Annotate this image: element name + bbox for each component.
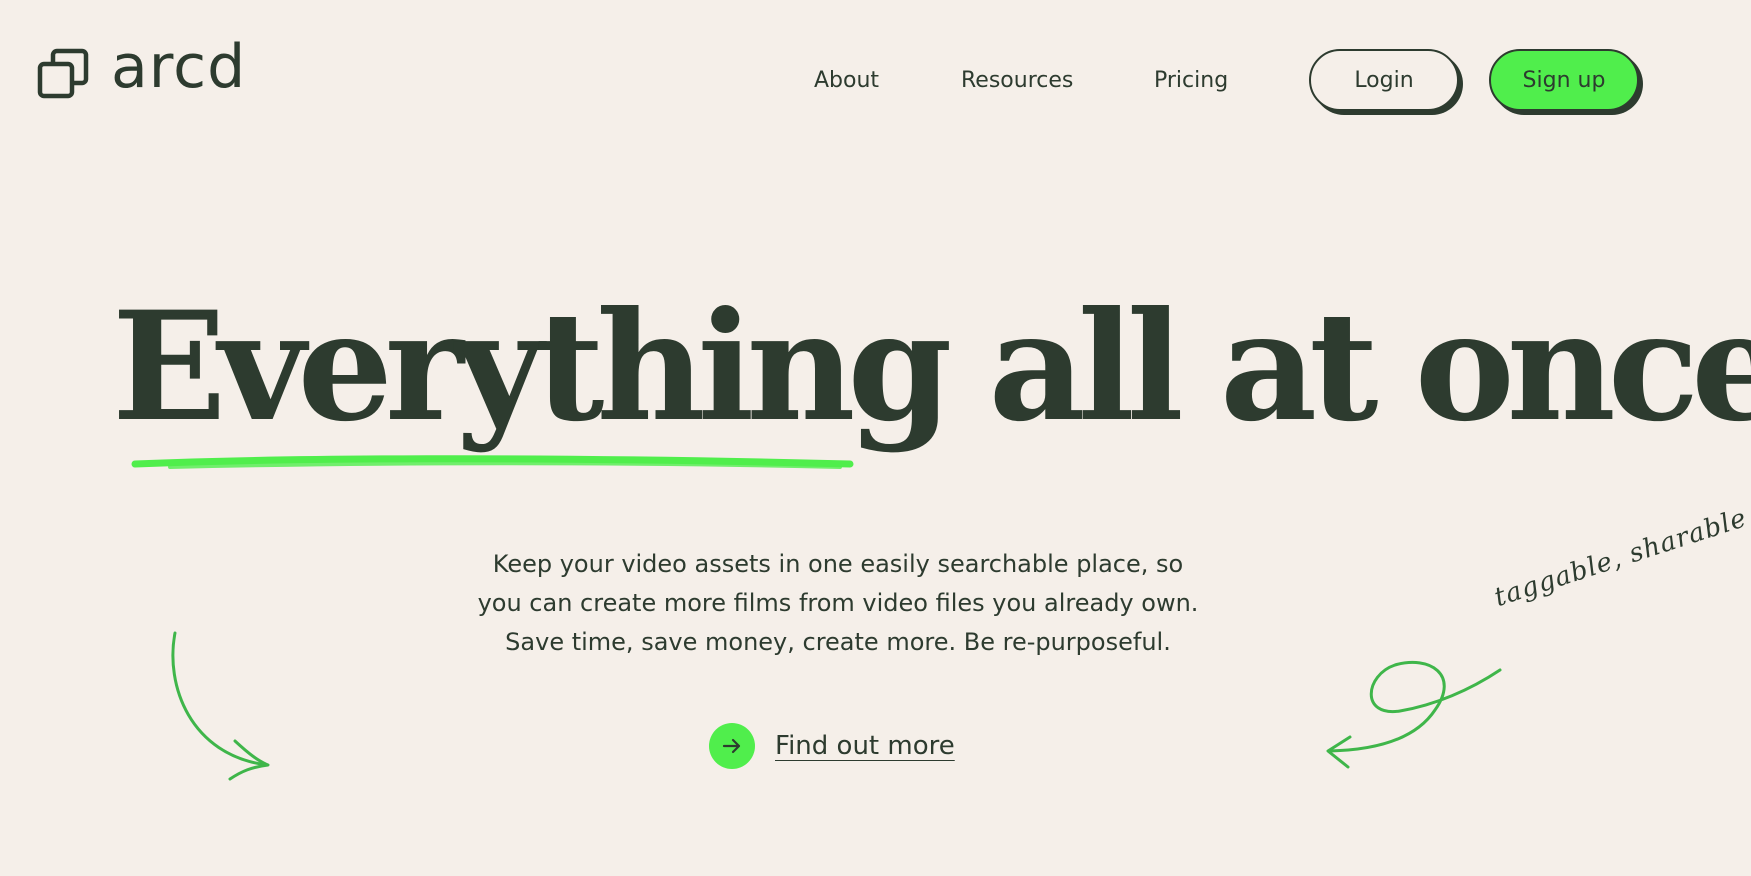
login-button[interactable]: Login xyxy=(1309,49,1459,111)
nav-link-pricing[interactable]: Pricing xyxy=(1154,68,1228,93)
find-out-more-link[interactable]: Find out more xyxy=(709,723,955,769)
handwritten-note: taggable, sharable xyxy=(1490,503,1751,613)
signup-button[interactable]: Sign up xyxy=(1489,49,1639,111)
doodle-loop-arrow-icon xyxy=(1326,660,1502,769)
top-nav: About Resources Pricing Login Sign up xyxy=(0,48,1751,118)
nav-link-resources[interactable]: Resources xyxy=(961,68,1073,93)
hero-subtext-line: you can create more films from video fil… xyxy=(477,589,1199,617)
doodle-arrow-left-icon xyxy=(171,631,270,781)
hero-subtext: Keep your video assets in one easily sea… xyxy=(440,545,1236,662)
hero-headline: Everything all at once. xyxy=(112,279,1751,455)
arrow-right-icon xyxy=(709,723,755,769)
hero-subtext-line: Keep your video assets in one easily sea… xyxy=(492,550,1184,578)
hero-subtext-line: Save time, save money, create more. Be r… xyxy=(505,628,1171,656)
nav-link-about[interactable]: About xyxy=(814,68,879,93)
find-out-more-label: Find out more xyxy=(775,731,955,761)
